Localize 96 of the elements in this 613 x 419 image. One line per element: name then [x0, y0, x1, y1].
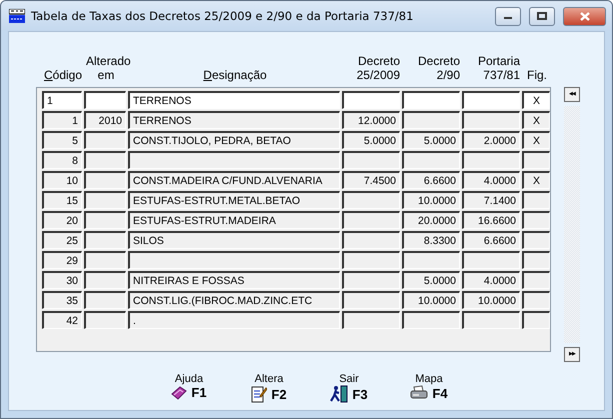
table-cell — [402, 251, 460, 269]
notepad-pencil-icon — [251, 385, 268, 403]
table-cell — [84, 151, 126, 169]
function-key-button[interactable]: Altera F2 — [229, 373, 309, 403]
maximize-button[interactable] — [529, 6, 555, 26]
table-cell: 10.0000 — [402, 291, 460, 309]
column-header: Designação — [202, 68, 268, 82]
input-field[interactable] — [342, 91, 400, 109]
table-cell: CONST.MADEIRA C/FUND.ALVENARIA — [128, 171, 340, 189]
table-cell — [462, 311, 520, 329]
table-cell: CONST.TIJOLO, PEDRA, BETAO — [128, 131, 340, 149]
column-header: Decreto 2/90 — [416, 54, 461, 82]
table-cell: 7.1400 — [462, 191, 520, 209]
table-cell: 4.0000 — [462, 271, 520, 289]
table-cell: 12.0000 — [342, 111, 400, 129]
table-cell: TERRENOS — [128, 111, 340, 129]
table-cell: X — [522, 171, 550, 189]
table-cell — [84, 231, 126, 249]
table-cell — [84, 191, 126, 209]
table-cell: ESTUFAS-ESTRUT.MADEIRA — [128, 211, 340, 229]
person-door-icon — [330, 385, 348, 403]
table-cell: 10 — [42, 171, 82, 189]
table-cell: X — [522, 111, 550, 129]
table-cell — [402, 311, 460, 329]
window-title: Tabela de Taxas dos Decretos 25/2009 e 2/90 e da Portaria 737/81 — [31, 9, 414, 23]
close-icon — [580, 12, 590, 20]
printer-icon — [410, 385, 428, 401]
input-field[interactable]: 1 — [42, 91, 82, 109]
table-cell: 8.3300 — [402, 231, 460, 249]
table-cell — [84, 311, 126, 329]
table-cell: 42 — [42, 311, 82, 329]
table-cell: 1 — [42, 111, 82, 129]
maximize-icon — [537, 12, 547, 20]
table-cell — [84, 211, 126, 229]
app-icon — [9, 9, 25, 23]
table-cell: 6.6600 — [462, 231, 520, 249]
table-cell — [84, 171, 126, 189]
table-cell — [462, 251, 520, 269]
table-cell — [462, 111, 520, 129]
table-cell: 4.0000 — [462, 171, 520, 189]
table-cell — [84, 131, 126, 149]
table-cell: 10.0000 — [402, 191, 460, 209]
table-cell: X — [522, 131, 550, 149]
table-cell: SILOS — [128, 231, 340, 249]
function-key-button[interactable]: Sair F3 — [309, 373, 389, 403]
input-field[interactable]: X — [522, 91, 550, 109]
table-cell: . — [128, 311, 340, 329]
table-cell — [342, 271, 400, 289]
column-header: Decreto 25/2009 — [356, 54, 401, 82]
book-icon — [171, 386, 188, 400]
table-cell: 29 — [42, 251, 82, 269]
table-cell: 7.4500 — [342, 171, 400, 189]
table-cell — [342, 211, 400, 229]
table-cell: ESTUFAS-ESTRUT.METAL.BETAO — [128, 191, 340, 209]
table-cell: 10.0000 — [462, 291, 520, 309]
minimize-button[interactable] — [495, 6, 521, 26]
input-field[interactable] — [462, 91, 520, 109]
table-cell: 2010 — [84, 111, 126, 129]
input-field[interactable]: TERRENOS — [128, 91, 340, 109]
table-cell: 5.0000 — [402, 271, 460, 289]
table-cell — [84, 291, 126, 309]
table-cell — [342, 311, 400, 329]
table-cell: 2.0000 — [462, 131, 520, 149]
input-field[interactable] — [84, 91, 126, 109]
table-cell — [342, 291, 400, 309]
table-cell — [342, 231, 400, 249]
column-header: Fig. — [526, 68, 548, 82]
table-cell: 6.6600 — [402, 171, 460, 189]
close-button[interactable] — [563, 6, 606, 26]
column-header: Código — [43, 68, 84, 82]
table-cell: 15 — [42, 191, 82, 209]
table-cell: CONST.LIG.(FIBROC.MAD.ZINC.ETC — [128, 291, 340, 309]
column-header: Portaria 737/81 — [476, 54, 521, 82]
table-cell: 35 — [42, 291, 82, 309]
table-cell: 30 — [42, 271, 82, 289]
column-header: Alterado em — [85, 54, 128, 82]
table-cell — [342, 191, 400, 209]
table-cell — [84, 251, 126, 269]
table-cell: 20 — [42, 211, 82, 229]
table-cell — [402, 111, 460, 129]
table-cell: 25 — [42, 231, 82, 249]
function-key-button[interactable]: Mapa F4 — [389, 373, 469, 403]
table-cell — [342, 251, 400, 269]
table-cell: NITREIRAS E FOSSAS — [128, 271, 340, 289]
table-cell: 8 — [42, 151, 82, 169]
table-cell: 16.6600 — [462, 211, 520, 229]
table-cell — [342, 151, 400, 169]
table-cell: 5.0000 — [342, 131, 400, 149]
table-cell: 5 — [42, 131, 82, 149]
table-cell: 5.0000 — [402, 131, 460, 149]
table-cell: 20.0000 — [402, 211, 460, 229]
table-cell — [402, 151, 460, 169]
input-field[interactable] — [402, 91, 460, 109]
table-cell — [84, 271, 126, 289]
function-key-button[interactable]: Ajuda F1 — [149, 373, 229, 403]
table-cell — [462, 151, 520, 169]
